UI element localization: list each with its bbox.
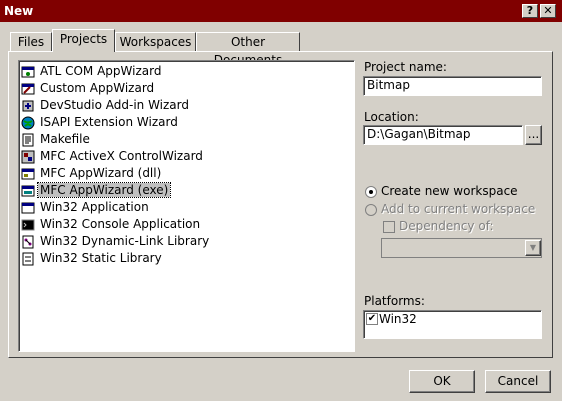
platforms-list[interactable]: ✔ Win32 (363, 310, 542, 339)
isapi-globe-icon (21, 116, 35, 129)
mfc-exe-icon (21, 185, 35, 196)
ok-button[interactable]: OK (409, 370, 475, 393)
tab-workspaces-label: Workspaces (119, 35, 192, 49)
tab-projects[interactable]: Projects (52, 29, 115, 52)
list-item-label: Custom AppWizard (40, 81, 155, 95)
list-item-label: Win32 Static Library (40, 251, 162, 265)
location-value: D:\Gagan\Bitmap (367, 127, 471, 141)
close-icon: ✕ (543, 4, 553, 17)
list-item[interactable]: Win32 Static Library (21, 250, 164, 266)
list-item[interactable]: Win32 Dynamic-Link Library (21, 233, 211, 249)
list-item-label: ATL COM AppWizard (40, 64, 162, 78)
chevron-down-icon: ▼ (529, 243, 537, 252)
location-input[interactable]: D:\Gagan\Bitmap (363, 125, 523, 145)
list-item-label: Makefile (40, 132, 90, 146)
static-lib-icon (22, 252, 34, 265)
list-item-selected[interactable]: MFC AppWizard (exe) (21, 182, 172, 198)
tab-files[interactable]: Files (10, 32, 52, 52)
create-new-workspace-label: Create new workspace (381, 184, 518, 198)
list-item[interactable]: MFC ActiveX ControlWizard (21, 148, 205, 164)
list-item-label: MFC AppWizard (dll) (40, 166, 162, 180)
list-item[interactable]: Custom AppWizard (21, 80, 156, 96)
tab-projects-label: Projects (59, 32, 108, 46)
ok-label: OK (433, 374, 451, 388)
dropdown-arrow-button[interactable]: ▼ (525, 240, 541, 256)
mfc-activex-icon (21, 150, 35, 163)
new-dialog: New ? ✕ Files Projects Workspaces Other … (0, 0, 562, 401)
add-to-current-workspace-label: Add to current workspace (381, 202, 536, 216)
help-icon: ? (526, 4, 534, 17)
location-label: Location: (364, 110, 419, 124)
makefile-icon (22, 133, 34, 146)
close-button[interactable]: ✕ (540, 4, 556, 18)
list-item[interactable]: ATL COM AppWizard (21, 63, 163, 79)
radio-selected-dot (369, 190, 373, 194)
devstudio-addin-icon (22, 100, 34, 111)
list-item[interactable]: Makefile (21, 131, 92, 147)
list-item-label: DevStudio Add-in Wizard (40, 98, 190, 112)
list-item-label: MFC ActiveX ControlWizard (40, 149, 203, 163)
platform-label: Win32 (379, 312, 417, 326)
checkmark-icon: ✔ (367, 313, 377, 324)
tab-other-documents[interactable]: Other Documents (196, 32, 300, 67)
dll-icon (22, 235, 34, 248)
project-name-value: Bitmap (367, 78, 410, 92)
browse-button[interactable]: ... (525, 125, 542, 145)
dependency-of-dropdown[interactable]: ▼ (381, 238, 542, 258)
custom-appwizard-icon (21, 83, 35, 94)
list-item-label: Win32 Application (40, 200, 149, 214)
browse-label: ... (527, 127, 540, 141)
list-item-label: ISAPI Extension Wizard (40, 115, 178, 129)
add-to-current-workspace-radio[interactable] (365, 204, 377, 216)
project-type-list[interactable]: ATL COM AppWizard Custom AppWizard DevSt… (18, 60, 355, 352)
tab-files-label: Files (17, 35, 45, 49)
console-app-icon (21, 219, 35, 230)
list-item-label: MFC AppWizard (exe) (36, 182, 172, 198)
win32-app-icon (21, 202, 35, 213)
help-button[interactable]: ? (522, 4, 538, 18)
platforms-label: Platforms: (364, 294, 425, 308)
project-name-label: Project name: (364, 60, 447, 74)
list-item-label: Win32 Dynamic-Link Library (40, 234, 210, 248)
window-title: New (4, 4, 34, 18)
cancel-button[interactable]: Cancel (485, 370, 551, 393)
list-item[interactable]: DevStudio Add-in Wizard (21, 97, 191, 113)
dependency-of-label: Dependency of: (399, 219, 494, 233)
atl-com-appwizard-icon (21, 66, 35, 77)
platform-checkbox[interactable]: ✔ (366, 313, 378, 325)
list-item[interactable]: MFC AppWizard (dll) (21, 165, 163, 181)
mfc-dll-icon (21, 168, 35, 179)
cancel-label: Cancel (497, 374, 539, 388)
tab-workspaces[interactable]: Workspaces (115, 32, 196, 52)
create-new-workspace-radio[interactable] (365, 186, 377, 198)
project-name-input[interactable]: Bitmap (363, 76, 542, 96)
list-item[interactable]: ISAPI Extension Wizard (21, 114, 180, 130)
dependency-of-checkbox[interactable] (383, 221, 395, 233)
list-item[interactable]: Win32 Application (21, 199, 151, 215)
list-item-label: Win32 Console Application (40, 217, 201, 231)
list-item[interactable]: Win32 Console Application (21, 216, 202, 232)
title-bar: New ? ✕ (0, 0, 562, 22)
